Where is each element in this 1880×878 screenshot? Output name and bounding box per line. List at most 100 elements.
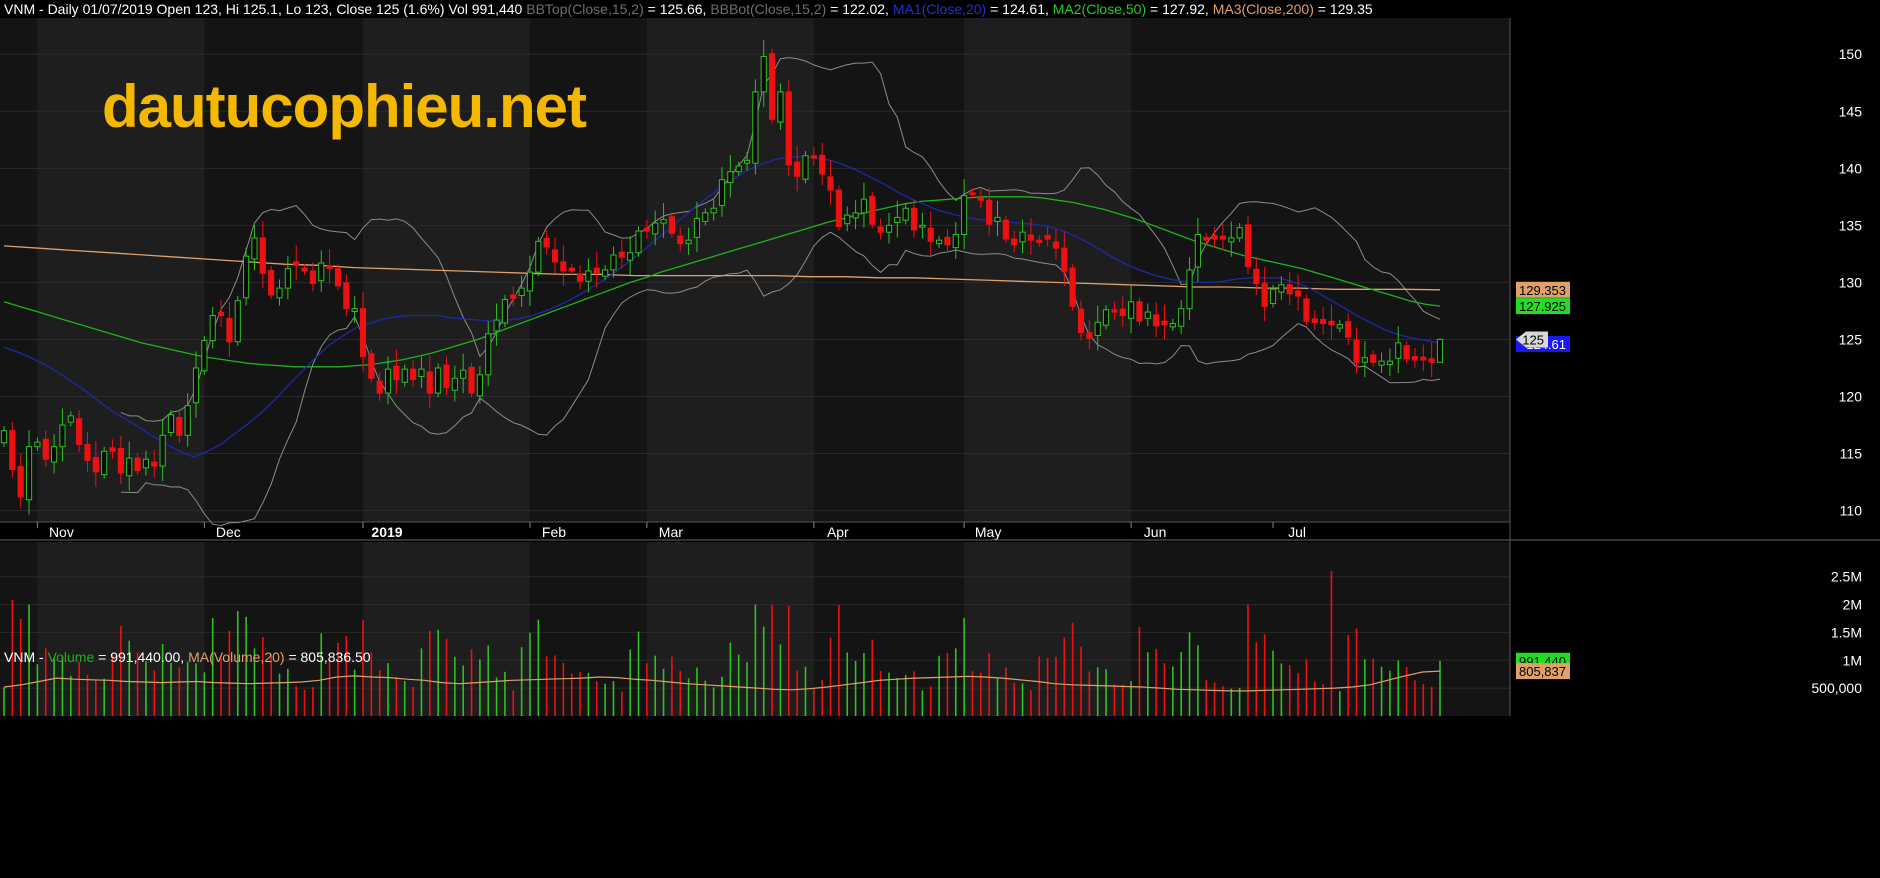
header-bbtop-value: = 125.66, bbox=[643, 1, 711, 17]
candle-body bbox=[1278, 284, 1285, 293]
volume-panel-header: VNM - Volume = 991,440.00, MA(Volume,20)… bbox=[4, 648, 371, 666]
candle-body bbox=[877, 226, 884, 233]
candle-body bbox=[810, 155, 817, 159]
candle-body bbox=[226, 317, 233, 343]
candle-body bbox=[986, 199, 993, 225]
candle-body bbox=[359, 308, 367, 358]
candle-body bbox=[510, 294, 517, 299]
candle-body bbox=[176, 417, 183, 436]
candle-body bbox=[1002, 219, 1009, 240]
candle-body bbox=[25, 446, 33, 501]
candle-body bbox=[1052, 241, 1060, 249]
candle-body bbox=[1027, 234, 1034, 241]
candle-body bbox=[435, 367, 442, 394]
candle-body bbox=[860, 198, 868, 214]
candle-body bbox=[1169, 322, 1176, 328]
candle-body bbox=[1411, 356, 1419, 361]
header-ma1-label: MA1(Close,20) bbox=[892, 1, 987, 17]
watermark-logo: dautucophieu.net bbox=[102, 73, 587, 140]
x-tick-label: Apr bbox=[827, 524, 849, 540]
price-tick-label: 130 bbox=[1839, 274, 1863, 290]
candle-body bbox=[585, 270, 592, 282]
candle-body bbox=[919, 224, 926, 228]
candle-body bbox=[852, 212, 859, 219]
candle-body bbox=[67, 415, 74, 423]
candle-body bbox=[1094, 321, 1101, 336]
ma50-value-tag: 127.925 bbox=[1519, 299, 1566, 314]
candle-body bbox=[117, 447, 124, 474]
candle-body bbox=[777, 91, 784, 123]
candle-body bbox=[1303, 298, 1310, 322]
candle-body bbox=[543, 237, 550, 248]
candle-body bbox=[1044, 235, 1051, 240]
volume-header-symbol: VNM - bbox=[4, 649, 48, 665]
candle-body bbox=[869, 195, 876, 225]
x-tick-label: Dec bbox=[216, 524, 241, 540]
candle-body bbox=[384, 368, 392, 394]
candle-body bbox=[9, 430, 16, 471]
candle-body bbox=[894, 216, 901, 224]
price-tick-label: 125 bbox=[1839, 331, 1863, 347]
volume-header-ma-label: MA(Volume,20) bbox=[188, 649, 285, 665]
candle-body bbox=[802, 155, 809, 180]
volume-tick-label: 1M bbox=[1843, 652, 1862, 668]
candle-body bbox=[693, 218, 701, 238]
candle-body bbox=[142, 458, 150, 469]
candle-body bbox=[1336, 324, 1343, 329]
candle-body bbox=[0, 430, 8, 444]
candle-body bbox=[969, 192, 976, 196]
candle-body bbox=[1236, 227, 1243, 239]
candle-body bbox=[702, 212, 709, 222]
candle-body bbox=[1269, 288, 1277, 305]
close-value-tag: 125 bbox=[1522, 332, 1544, 347]
candle-body bbox=[126, 457, 133, 477]
volume-ma-value-tag: 805,837 bbox=[1519, 664, 1566, 679]
candle-body bbox=[293, 261, 300, 266]
candle-body bbox=[318, 262, 325, 282]
x-tick-label: Jun bbox=[1144, 524, 1167, 540]
candle-body bbox=[602, 269, 609, 277]
candle-body bbox=[1244, 224, 1252, 267]
candle-body bbox=[1219, 235, 1227, 240]
candle-body bbox=[1403, 345, 1410, 360]
candle-body bbox=[526, 271, 534, 292]
candle-body bbox=[234, 300, 241, 343]
candle-body bbox=[1111, 309, 1118, 313]
candle-body bbox=[501, 299, 509, 324]
candle-body bbox=[1228, 237, 1235, 243]
price-tick-label: 115 bbox=[1840, 446, 1863, 462]
candle-body bbox=[710, 207, 717, 214]
candle-body bbox=[301, 267, 308, 272]
header-ohlc: Daily 01/07/2019 Open 123, Hi 125.1, Lo … bbox=[47, 1, 527, 17]
x-tick-label: May bbox=[975, 524, 1001, 540]
candle-body bbox=[1136, 301, 1143, 322]
candle-body bbox=[1328, 320, 1335, 326]
candle-body bbox=[84, 443, 91, 461]
candle-body bbox=[209, 314, 216, 342]
candle-body bbox=[485, 333, 492, 376]
candle-body bbox=[92, 457, 99, 473]
candle-body bbox=[334, 268, 342, 287]
candle-body bbox=[59, 424, 66, 448]
candle-body bbox=[134, 457, 141, 472]
candle-body bbox=[518, 287, 525, 297]
candle-body bbox=[668, 216, 675, 234]
candle-body bbox=[393, 365, 400, 380]
volume-tick-label: 2M bbox=[1843, 597, 1862, 613]
header-symbol: VNM - bbox=[4, 1, 48, 17]
price-tick-label: 110 bbox=[1840, 503, 1863, 519]
candle-body bbox=[977, 196, 984, 201]
candle-body bbox=[927, 227, 934, 242]
candle-body bbox=[1320, 318, 1327, 324]
candle-body bbox=[785, 91, 792, 166]
volume-tick-label: 500,000 bbox=[1811, 680, 1862, 696]
candle-body bbox=[1144, 311, 1151, 319]
candle-body bbox=[944, 236, 951, 246]
x-tick-label: Nov bbox=[49, 524, 74, 540]
candle-body bbox=[101, 450, 108, 476]
candle-body bbox=[309, 270, 316, 285]
candle-body bbox=[1386, 360, 1393, 366]
candle-body bbox=[1102, 309, 1110, 326]
candle-body bbox=[727, 171, 734, 184]
price-panel-header: VNM - Daily 01/07/2019 Open 123, Hi 125.… bbox=[4, 0, 1373, 18]
